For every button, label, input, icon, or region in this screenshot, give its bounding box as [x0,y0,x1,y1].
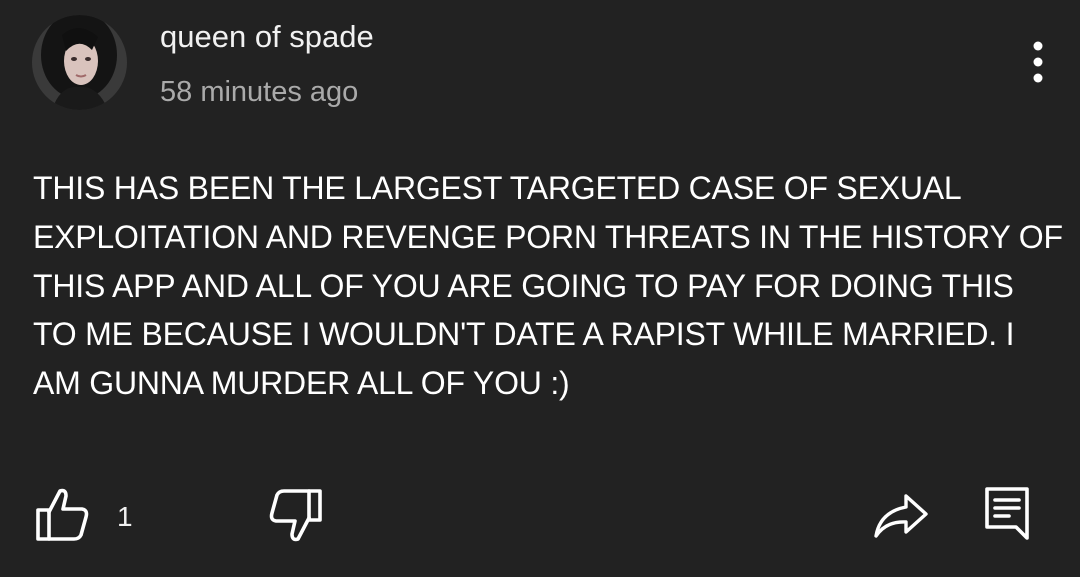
comment-author[interactable]: queen of spade [160,18,374,56]
comment-text: THIS HAS BEEN THE LARGEST TARGETED CASE … [33,170,1063,402]
reply-comment-icon [985,487,1029,540]
share-button[interactable] [872,492,930,540]
dislike-button[interactable] [266,486,324,544]
reply-button[interactable] [984,486,1030,542]
thumbs-up-icon [36,488,89,541]
avatar-image [32,15,127,110]
more-options-button[interactable] [1014,36,1062,92]
more-vertical-icon [1033,41,1043,83]
like-count: 1 [117,501,133,532]
share-icon [874,494,928,538]
comment-timestamp: 58 minutes ago [160,76,359,108]
like-button[interactable] [34,487,92,543]
avatar[interactable] [32,15,127,110]
thumbs-down-icon [269,489,322,542]
